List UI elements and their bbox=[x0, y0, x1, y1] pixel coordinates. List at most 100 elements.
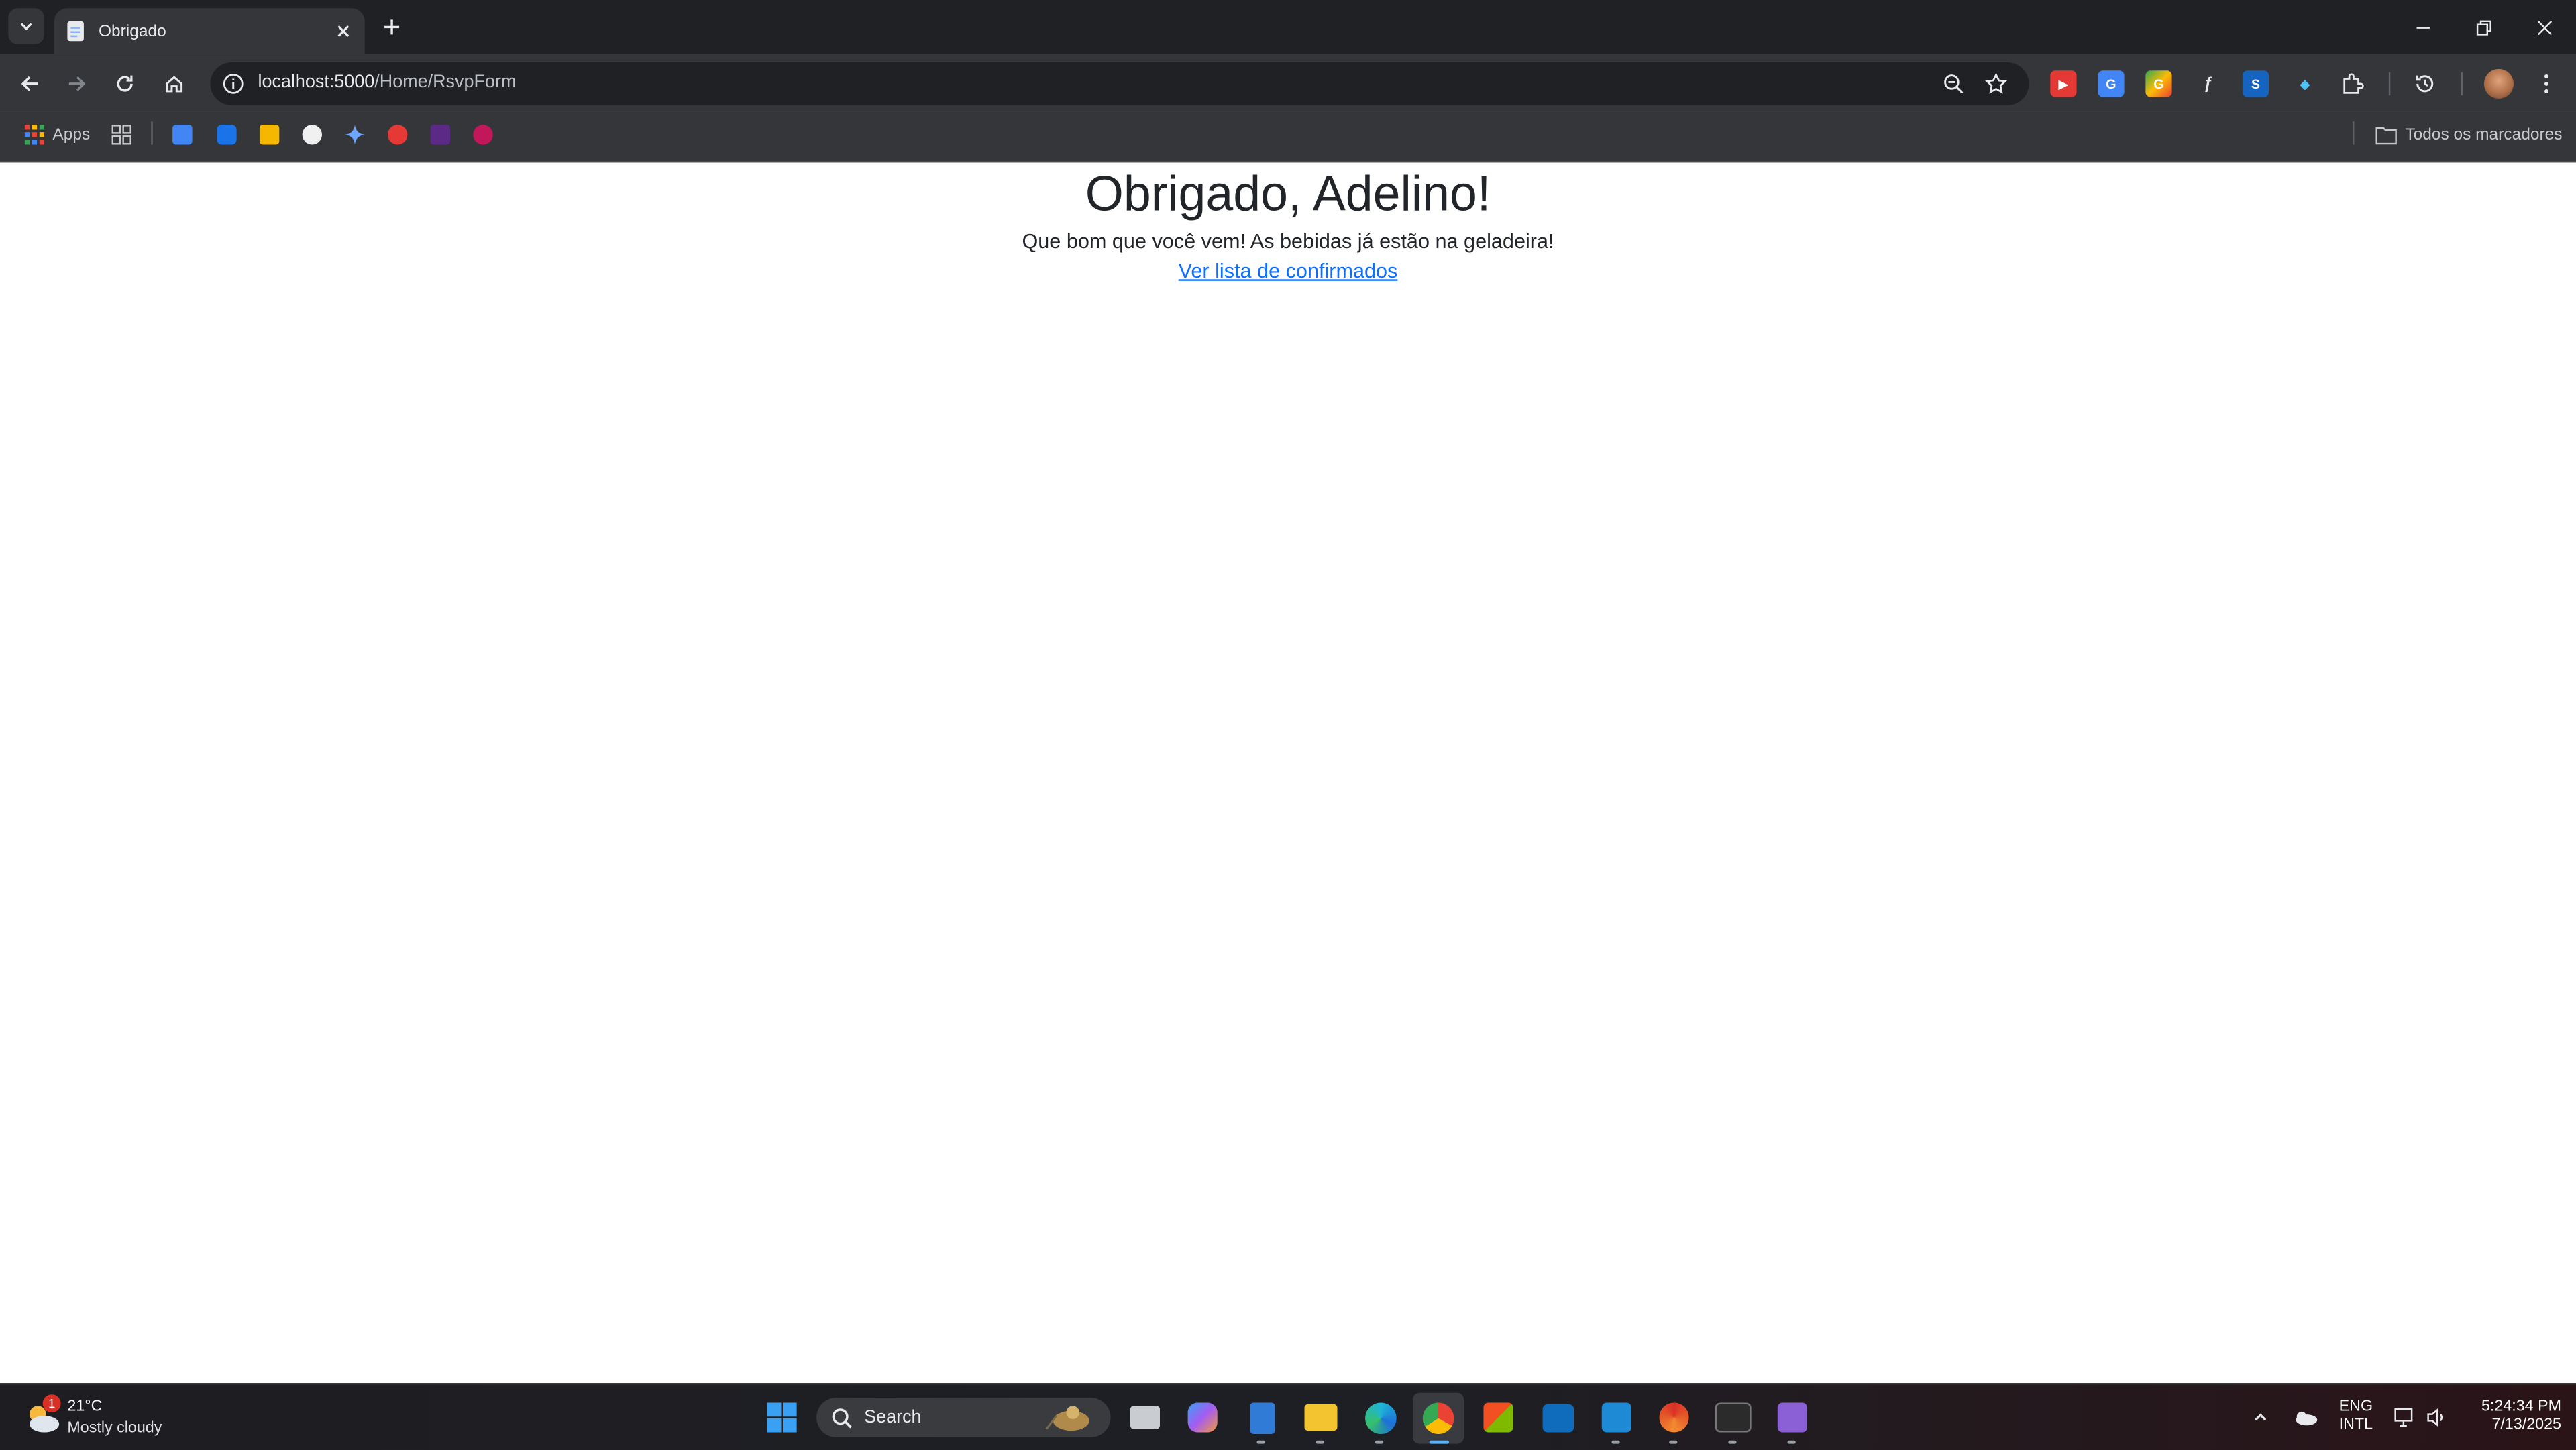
tab-title: Obrigado bbox=[98, 22, 166, 41]
chrome-button[interactable] bbox=[1413, 1392, 1464, 1444]
task-view-icon bbox=[1130, 1406, 1160, 1429]
url-host: localhost:5000 bbox=[258, 72, 375, 93]
weather-widget[interactable]: 1 21°C Mostly cloudy bbox=[16, 1385, 197, 1450]
history-icon[interactable] bbox=[2412, 70, 2438, 97]
vscode-button[interactable] bbox=[1599, 1400, 1635, 1436]
menu-dots-icon[interactable] bbox=[2533, 70, 2559, 97]
bookmark-translate[interactable] bbox=[172, 121, 193, 148]
confirmed-list-link-wrap: Ver lista de confirmados bbox=[0, 260, 2576, 282]
tab-search-button[interactable] bbox=[8, 8, 45, 45]
github-icon bbox=[302, 125, 323, 145]
edge-button[interactable] bbox=[1362, 1400, 1398, 1436]
address-bar[interactable]: localhost:5000/Home/RsvpForm bbox=[210, 62, 2029, 105]
bitcoin-icon bbox=[259, 125, 280, 145]
store-button[interactable] bbox=[1481, 1400, 1517, 1436]
terminal-button[interactable] bbox=[1715, 1400, 1752, 1436]
app-red-button[interactable] bbox=[1656, 1400, 1693, 1436]
bookmark-bitcoin[interactable] bbox=[259, 121, 280, 148]
confirmation-message: Que bom que você vem! As bebidas já estã… bbox=[1022, 229, 1554, 254]
extension-badge-icon[interactable]: ◆ bbox=[2292, 70, 2318, 97]
vs-running-indicator bbox=[1787, 1440, 1796, 1444]
bookmark-github[interactable] bbox=[302, 121, 323, 148]
all-bookmarks-label: Todos os marcadores bbox=[2405, 125, 2563, 144]
bookmark-apps-label: Apps bbox=[52, 125, 91, 144]
bookmarks-bar bbox=[0, 111, 2576, 163]
bookmark-star-icon[interactable] bbox=[1984, 72, 2008, 95]
extension-youtube-icon[interactable]: ▶ bbox=[2050, 70, 2077, 97]
task-view-button[interactable] bbox=[1127, 1400, 1163, 1436]
vscode-icon bbox=[1601, 1402, 1631, 1433]
minimize-button[interactable] bbox=[2392, 0, 2453, 54]
extension-formula-icon[interactable]: ƒ bbox=[2195, 70, 2221, 97]
bookmark-gemini[interactable] bbox=[345, 121, 365, 148]
clock-time: 5:24:34 PM bbox=[2481, 1398, 2561, 1416]
reload-icon bbox=[117, 75, 133, 92]
folder-icon bbox=[2375, 126, 2397, 144]
new-tab-button[interactable] bbox=[376, 11, 406, 41]
copilot-button[interactable] bbox=[1185, 1400, 1221, 1436]
extension-google-icon[interactable]: G bbox=[2145, 70, 2172, 97]
translate-icon bbox=[172, 125, 193, 145]
taskbar-search-label: Search bbox=[864, 1407, 922, 1428]
language-indicator[interactable]: ENG INTL bbox=[2330, 1398, 2382, 1434]
extension-translate-icon[interactable]: G bbox=[2098, 70, 2125, 97]
arrow-right-icon bbox=[68, 76, 86, 91]
site-info-icon[interactable] bbox=[222, 72, 245, 95]
restore-button[interactable] bbox=[2453, 0, 2514, 54]
reload-button[interactable] bbox=[109, 67, 142, 100]
home-icon bbox=[166, 76, 183, 93]
bookmark-purple[interactable] bbox=[430, 121, 451, 148]
taskbar-search[interactable]: Search bbox=[816, 1398, 1111, 1437]
weather-badge: 1 bbox=[42, 1394, 61, 1413]
onedrive-button[interactable] bbox=[2287, 1400, 2323, 1436]
page-title: Obrigado, Adelino! bbox=[1085, 167, 1491, 222]
language-code: ENG bbox=[2339, 1398, 2373, 1416]
terminal-running-indicator bbox=[1728, 1440, 1737, 1444]
active-tab[interactable]: Obrigado bbox=[54, 8, 365, 54]
bookmark-apps[interactable]: Apps bbox=[24, 121, 91, 148]
notepad-icon bbox=[1249, 1402, 1275, 1433]
outlook-icon bbox=[1542, 1403, 1573, 1432]
extension-s-icon[interactable]: S bbox=[2242, 70, 2269, 97]
red-app-icon bbox=[1659, 1402, 1689, 1433]
visual-studio-button[interactable] bbox=[1774, 1400, 1811, 1436]
page-favicon-icon bbox=[67, 21, 84, 42]
bookmark-red[interactable] bbox=[387, 121, 408, 148]
chrome-active-indicator bbox=[1429, 1440, 1450, 1444]
visual-studio-icon bbox=[1777, 1402, 1807, 1433]
arrow-left-icon bbox=[21, 76, 38, 91]
keyboard-layout: INTL bbox=[2339, 1416, 2373, 1434]
cloud-icon bbox=[2296, 1411, 2318, 1426]
close-window-button[interactable] bbox=[2514, 0, 2575, 54]
back-button[interactable] bbox=[13, 67, 46, 100]
start-button[interactable] bbox=[764, 1400, 800, 1436]
bookmark-c[interactable] bbox=[217, 121, 237, 148]
file-explorer-button[interactable] bbox=[1303, 1400, 1339, 1436]
notepad-button[interactable] bbox=[1244, 1400, 1280, 1436]
clock[interactable]: 5:24:34 PM 7/13/2025 bbox=[2459, 1398, 2561, 1434]
confirmed-list-link[interactable]: Ver lista de confirmados bbox=[1179, 260, 1398, 282]
bookmark-tab-groups[interactable] bbox=[111, 121, 131, 148]
zoom-icon[interactable] bbox=[1942, 72, 1965, 95]
close-icon bbox=[2536, 19, 2551, 35]
home-button[interactable] bbox=[158, 67, 191, 100]
bookmark-pink[interactable] bbox=[473, 121, 493, 148]
all-bookmarks[interactable]: Todos os marcadores bbox=[2375, 121, 2562, 148]
bookmarks-divider bbox=[151, 121, 153, 145]
address-url[interactable]: localhost:5000/Home/RsvpForm bbox=[258, 72, 516, 92]
extensions-puzzle-icon[interactable] bbox=[2339, 70, 2365, 97]
weather-temperature: 21°C bbox=[67, 1398, 103, 1416]
terminal-icon bbox=[1715, 1402, 1752, 1433]
network-icon bbox=[2394, 1408, 2413, 1427]
show-hidden-icons-button[interactable] bbox=[2243, 1400, 2279, 1436]
search-highlight-icon bbox=[1045, 1406, 1089, 1431]
pink-logo-icon bbox=[473, 125, 493, 145]
clock-date: 7/13/2025 bbox=[2491, 1416, 2561, 1434]
volume-button[interactable] bbox=[2418, 1400, 2455, 1436]
outlook-button[interactable] bbox=[1540, 1400, 1576, 1436]
profile-avatar[interactable] bbox=[2483, 68, 2514, 99]
tab-close-icon[interactable] bbox=[330, 18, 356, 44]
explorer-running-indicator bbox=[1316, 1440, 1324, 1444]
url-path: /Home/RsvpForm bbox=[374, 72, 517, 93]
forward-button[interactable] bbox=[61, 67, 94, 100]
